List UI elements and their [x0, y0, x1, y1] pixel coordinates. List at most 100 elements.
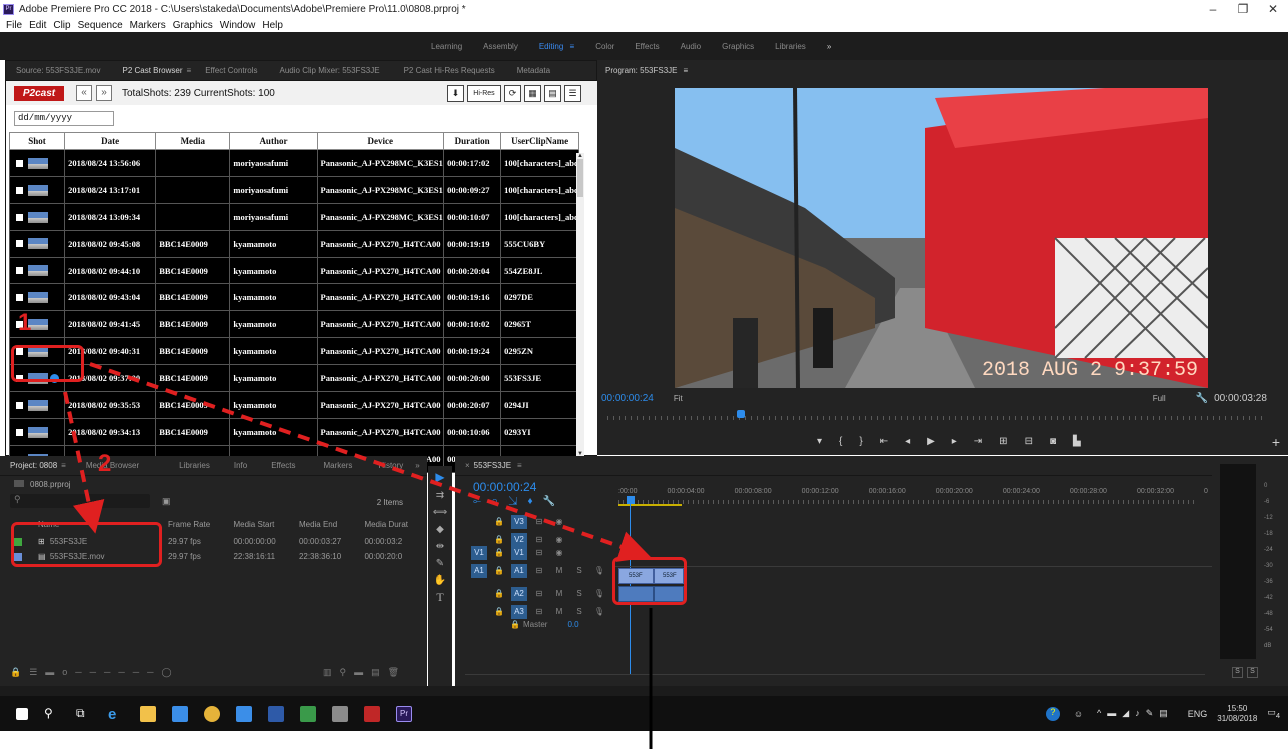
lock-icon[interactable]: 🔒 [507, 618, 523, 632]
outlook-icon[interactable] [268, 705, 284, 722]
menu-file[interactable]: File [6, 20, 22, 31]
sync-icon[interactable]: ⊟ [531, 564, 547, 578]
file-explorer-icon[interactable] [140, 705, 156, 722]
project-footer-tools[interactable]: ▥⚲▬▤🗑 [323, 667, 407, 678]
col-media-start[interactable]: Media Start [233, 520, 298, 529]
tab-metadata[interactable]: Metadata [517, 66, 550, 75]
mic-icon[interactable]: 🎙 [591, 587, 607, 601]
row-checkbox[interactable] [16, 159, 23, 167]
search-icon[interactable]: ⚲ [44, 706, 60, 722]
tile-view-icon[interactable]: ▤ [544, 85, 561, 102]
menu-window[interactable]: Window [220, 20, 256, 31]
table-row[interactable]: 2018/08/02 09:45:08 BBC14E0009 kyamamoto Pa… [8, 229, 579, 258]
help-tray-icon[interactable]: ? [1045, 706, 1060, 721]
menu-edit[interactable]: Edit [29, 20, 46, 31]
zoom-fit-select[interactable]: Fit [674, 394, 683, 403]
solo-right-button[interactable]: S [1247, 667, 1258, 678]
work-area-bar[interactable] [618, 504, 682, 506]
slip-tool-icon[interactable]: ⇹ [428, 541, 452, 552]
menu-graphics[interactable]: Graphics [173, 20, 213, 31]
mic-icon[interactable]: 🎙 [591, 605, 607, 619]
track-header-v3[interactable]: 🔒 V3 ⊟ ◉ [467, 510, 567, 529]
scroll-up-icon[interactable]: ▲ [576, 153, 584, 159]
source-patch[interactable] [471, 528, 487, 542]
sync-icon[interactable]: ⊟ [531, 605, 547, 619]
clock[interactable]: 15:50 31/08/2018 [1217, 704, 1257, 724]
sync-icon[interactable]: ⊟ [531, 546, 547, 560]
row-checkbox[interactable] [16, 240, 23, 248]
tab-project[interactable]: Project: 0808 [10, 461, 57, 470]
col-author[interactable]: Author [229, 132, 318, 150]
row-checkbox[interactable] [16, 294, 23, 302]
table-row[interactable]: 2018/08/02 09:35:53 BBC14E0009 kyamamoto Pa… [8, 391, 579, 419]
row-checkbox[interactable] [16, 428, 23, 436]
scrollbar-thumb[interactable] [577, 159, 583, 197]
col-duration[interactable]: Duration [443, 132, 502, 150]
menu-markers[interactable]: Markers [130, 20, 166, 31]
paint-icon[interactable] [332, 705, 348, 722]
mute-button[interactable]: M [551, 587, 567, 601]
table-row[interactable]: 2018/08/24 13:09:34 moriyaosafumi Panasoni… [8, 202, 579, 231]
table-row[interactable]: 2018/08/02 09:37:00 BBC14E0009 kyamamoto Pa… [8, 364, 579, 393]
shot-cell[interactable] [8, 202, 66, 231]
eye-icon[interactable]: ◉ [551, 533, 567, 547]
menu-help[interactable]: Help [262, 20, 283, 31]
eye-icon[interactable]: ◉ [551, 515, 567, 529]
workspace-assembly[interactable]: Assembly [483, 42, 518, 51]
solo-button[interactable]: S [571, 605, 587, 619]
prev-page-button[interactable]: « [76, 85, 92, 101]
table-row[interactable]: 2018/08/02 09:41:45 BBC14E0009 kyamamoto Pa… [8, 310, 579, 339]
source-patch[interactable] [471, 600, 487, 614]
restore-button[interactable]: ❐ [1228, 0, 1258, 18]
program-menu-icon[interactable]: ≡ [683, 66, 688, 75]
timeline-ruler[interactable]: :00:00 00:00:04:00 00:00:08:00 00:00:12:00 0… [618, 488, 1208, 495]
grid-view-icon[interactable]: ▦ [524, 85, 541, 102]
solo-button[interactable]: S [571, 587, 587, 601]
master-value[interactable]: 0.0 [567, 620, 578, 629]
track-label[interactable]: V2 [511, 533, 527, 547]
close-button[interactable]: ✕ [1258, 0, 1288, 18]
source-patch[interactable] [471, 510, 487, 524]
row-checkbox[interactable] [16, 401, 23, 409]
lock-icon[interactable]: 🔒 [491, 605, 507, 619]
chrome-icon[interactable] [204, 705, 220, 722]
program-timecode[interactable]: 00:00:00:24 [601, 393, 654, 404]
shot-cell[interactable] [8, 256, 66, 285]
project-search-input[interactable]: ⚲ [10, 494, 150, 508]
input-language[interactable]: ENG [1188, 709, 1208, 719]
solo-button[interactable]: S [571, 564, 587, 578]
sync-icon[interactable]: ⊟ [531, 515, 547, 529]
track-select-tool-icon[interactable]: ⇉ [428, 490, 452, 501]
track-header-a3[interactable]: 🔒 A3 ⊟ M S 🎙 [467, 600, 607, 619]
shot-cell[interactable] [8, 229, 66, 258]
selection-tool-icon[interactable]: ▶ [428, 470, 452, 484]
row-checkbox[interactable] [16, 267, 23, 275]
master-track[interactable]: 🔒 Master 0.0 [467, 618, 579, 634]
task-view-icon[interactable]: ⧉ [76, 706, 92, 722]
hires-button[interactable]: Hi-Res [467, 85, 501, 102]
timeline-close-icon[interactable]: × [465, 461, 470, 470]
track-label[interactable]: V1 [511, 546, 527, 560]
track-header-a2[interactable]: 🔒 A2 ⊟ M S 🎙 [467, 582, 607, 601]
tab-effect-controls[interactable]: Effect Controls [205, 66, 257, 75]
start-icon[interactable] [16, 707, 28, 720]
transport-controls[interactable]: ▾{}⇤◂▶▸⇥⊞⊟◙▙ [817, 436, 1098, 447]
mute-button[interactable]: M [551, 564, 567, 578]
new-bin-icon[interactable]: ▣ [162, 496, 171, 507]
col-media-duration[interactable]: Media Durat [364, 520, 424, 529]
program-ruler[interactable] [607, 416, 1267, 420]
menu-sequence[interactable]: Sequence [78, 20, 123, 31]
tab-info[interactable]: Info [234, 461, 247, 470]
shot-cell[interactable] [8, 417, 66, 446]
timeline-scrollbar[interactable] [465, 674, 1205, 680]
track-label[interactable]: A2 [511, 587, 527, 601]
shot-cell[interactable] [8, 283, 66, 312]
track-header-a1[interactable]: A1 🔒 A1 ⊟ M S 🎙 [467, 564, 607, 580]
project-menu-icon[interactable]: ≡ [61, 461, 66, 470]
source-patch[interactable]: A1 [471, 564, 487, 578]
mute-button[interactable]: M [551, 605, 567, 619]
workspace-effects[interactable]: Effects [635, 42, 659, 51]
row-checkbox[interactable] [16, 213, 23, 221]
track-header-v2[interactable]: 🔒 V2 ⊟ ◉ [467, 528, 567, 547]
lock-icon[interactable]: 🔒 [491, 564, 507, 578]
